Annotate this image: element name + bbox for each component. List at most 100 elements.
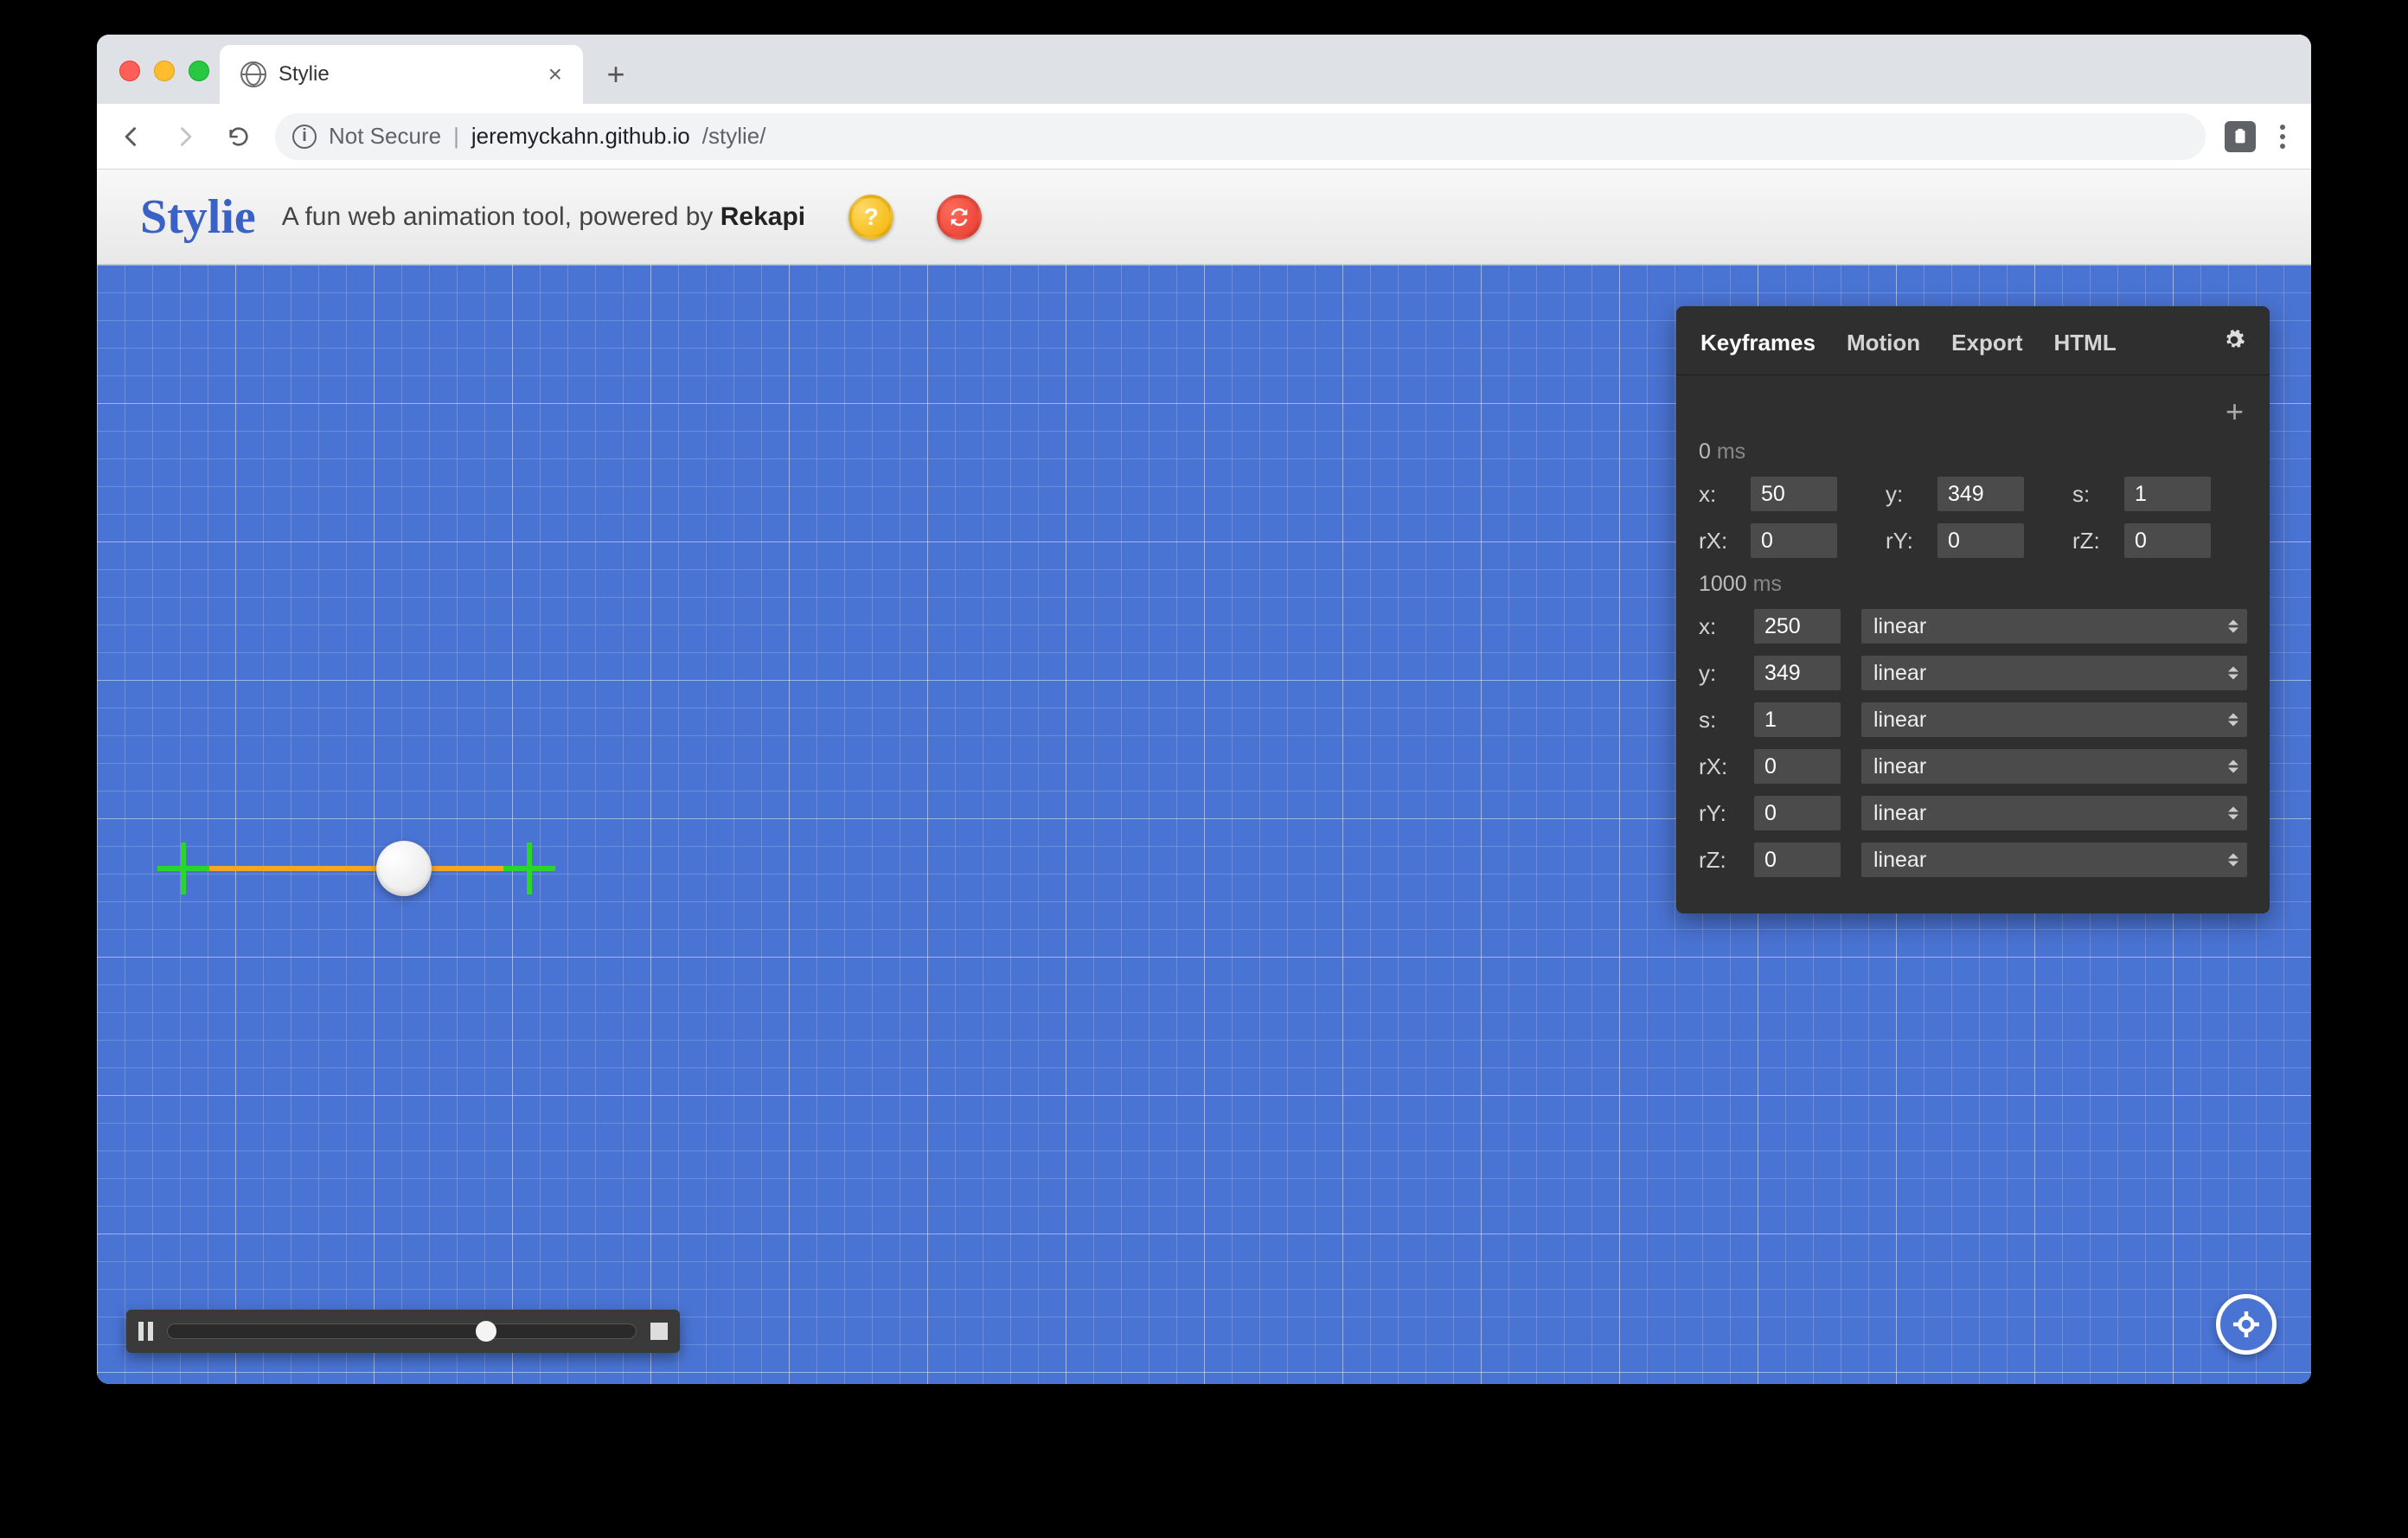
back-button[interactable]	[114, 119, 149, 154]
new-tab-button[interactable]: +	[590, 48, 642, 100]
stop-icon	[650, 1323, 668, 1340]
chevron-updown-icon	[2228, 714, 2238, 727]
scrubber-thumb[interactable]	[476, 1321, 496, 1342]
arrow-right-icon	[173, 125, 197, 149]
app-tagline: A fun web animation tool, powered by Rek…	[282, 202, 805, 232]
keyframe-row: x:y:s:	[1699, 477, 2247, 511]
field-label: rY:	[1699, 800, 1742, 827]
forward-button[interactable]	[168, 119, 202, 154]
keyframe-row: rY: linear	[1699, 796, 2247, 830]
easing-select[interactable]: linear	[1861, 702, 2247, 737]
scrubber-track[interactable]	[167, 1323, 637, 1339]
crosshair-horizontal	[157, 866, 209, 871]
value-input[interactable]	[1754, 796, 1841, 830]
url-domain: jeremyckahn.github.io	[471, 123, 690, 150]
motion-path	[183, 866, 529, 871]
value-input[interactable]	[1751, 477, 1837, 511]
keyframe-row: s:linear	[1699, 702, 2247, 737]
panel-tab-keyframes[interactable]: Keyframes	[1700, 330, 1816, 356]
close-tab-icon[interactable]: ×	[548, 62, 562, 87]
keyframe-group: 0 msx:y:s:rX:rY:rZ:	[1699, 439, 2247, 558]
globe-icon	[240, 61, 266, 87]
field-label: rX:	[1699, 753, 1742, 780]
address-bar[interactable]: i Not Secure | jeremyckahn.github.io/sty…	[275, 113, 2206, 160]
easing-select[interactable]: linear	[1861, 609, 2247, 644]
keyframe-row: x: linear	[1699, 609, 2247, 644]
keyframe-row: rX: linear	[1699, 749, 2247, 784]
arrow-left-icon	[119, 125, 144, 149]
stop-button[interactable]	[650, 1323, 668, 1340]
field-label: y:	[1699, 660, 1742, 687]
question-icon: ?	[864, 203, 879, 231]
window-close-icon[interactable]	[119, 61, 140, 81]
clipboard-icon	[2231, 127, 2250, 146]
value-input[interactable]	[1754, 656, 1841, 690]
url-separator: |	[453, 123, 459, 150]
reset-button[interactable]	[937, 195, 982, 240]
browser-toolbar: i Not Secure | jeremyckahn.github.io/sty…	[97, 104, 2311, 170]
field-label: x:	[1699, 481, 1742, 508]
site-info-icon[interactable]: i	[292, 125, 317, 149]
add-keyframe-button[interactable]: +	[2225, 396, 2244, 427]
recenter-button[interactable]	[2216, 1294, 2277, 1355]
value-input[interactable]	[1751, 523, 1837, 558]
keyframe-handle[interactable]	[157, 843, 209, 894]
field-label: rZ:	[2072, 528, 2116, 554]
field-label: s:	[2072, 481, 2116, 508]
reload-button[interactable]	[221, 119, 256, 154]
panel-tab-export[interactable]: Export	[1951, 330, 2022, 356]
value-input[interactable]	[2124, 477, 2211, 511]
keyframe-row: rZ: linear	[1699, 843, 2247, 877]
chevron-updown-icon	[2228, 667, 2238, 680]
browser-window: Stylie × + i Not Secure | jeremyckahn.gi…	[97, 35, 2311, 1384]
field-label: x:	[1699, 613, 1742, 640]
browser-tab[interactable]: Stylie ×	[220, 45, 583, 104]
value-input[interactable]	[1937, 523, 2024, 558]
keyframe-row: y: linear	[1699, 656, 2247, 690]
keyframe-group: 1000 msx:lineary:linears:linearrX:linear…	[1699, 572, 2247, 877]
panel-settings-button[interactable]	[2223, 329, 2245, 357]
easing-select[interactable]: linear	[1861, 843, 2247, 877]
pause-icon	[138, 1322, 144, 1341]
app-logo: Stylie	[140, 189, 256, 245]
browser-menu-button[interactable]	[2271, 125, 2294, 149]
field-label: rZ:	[1699, 847, 1742, 874]
animation-canvas[interactable]: KeyframesMotionExportHTML + 0 msx:y:s:rX…	[97, 265, 2311, 1384]
help-button[interactable]: ?	[849, 195, 893, 240]
value-input[interactable]	[1754, 702, 1841, 737]
easing-select[interactable]: linear	[1861, 796, 2247, 830]
chevron-updown-icon	[2228, 620, 2238, 633]
control-panel: KeyframesMotionExportHTML + 0 msx:y:s:rX…	[1676, 306, 2270, 913]
refresh-icon	[947, 205, 971, 229]
browser-tabstrip: Stylie × +	[97, 35, 2311, 104]
value-input[interactable]	[1754, 749, 1841, 784]
gear-icon	[2223, 329, 2245, 351]
value-input[interactable]	[1754, 609, 1841, 644]
tab-title: Stylie	[279, 62, 330, 87]
window-minimize-icon[interactable]	[154, 61, 175, 81]
pause-button[interactable]	[138, 1322, 153, 1341]
keyframe-time-label: 0 ms	[1699, 439, 2247, 465]
value-input[interactable]	[1754, 843, 1841, 877]
value-input[interactable]	[2124, 523, 2211, 558]
value-input[interactable]	[1937, 477, 2024, 511]
panel-tab-motion[interactable]: Motion	[1847, 330, 1920, 356]
panel-tabs: Keyframes Motion Export HTML	[1676, 306, 2270, 375]
field-label: rY:	[1886, 528, 1929, 554]
insecure-label: Not Secure	[329, 123, 441, 150]
crosshair-horizontal	[503, 866, 555, 871]
keyframe-handle[interactable]	[503, 843, 555, 894]
easing-select[interactable]: linear	[1861, 749, 2247, 784]
window-zoom-icon[interactable]	[189, 61, 209, 81]
reload-icon	[227, 125, 251, 149]
panel-tab-html[interactable]: HTML	[2054, 330, 2117, 356]
url-path: /stylie/	[702, 123, 766, 150]
easing-select[interactable]: linear	[1861, 656, 2247, 690]
extension-icon[interactable]	[2225, 121, 2256, 152]
keyframe-row: rX:rY:rZ:	[1699, 523, 2247, 558]
chevron-updown-icon	[2228, 760, 2238, 773]
pause-icon	[148, 1322, 153, 1341]
chevron-updown-icon	[2228, 854, 2238, 867]
actor-ball[interactable]	[376, 841, 432, 896]
panel-body: + 0 msx:y:s:rX:rY:rZ:1000 msx:lineary:li…	[1676, 375, 2270, 877]
